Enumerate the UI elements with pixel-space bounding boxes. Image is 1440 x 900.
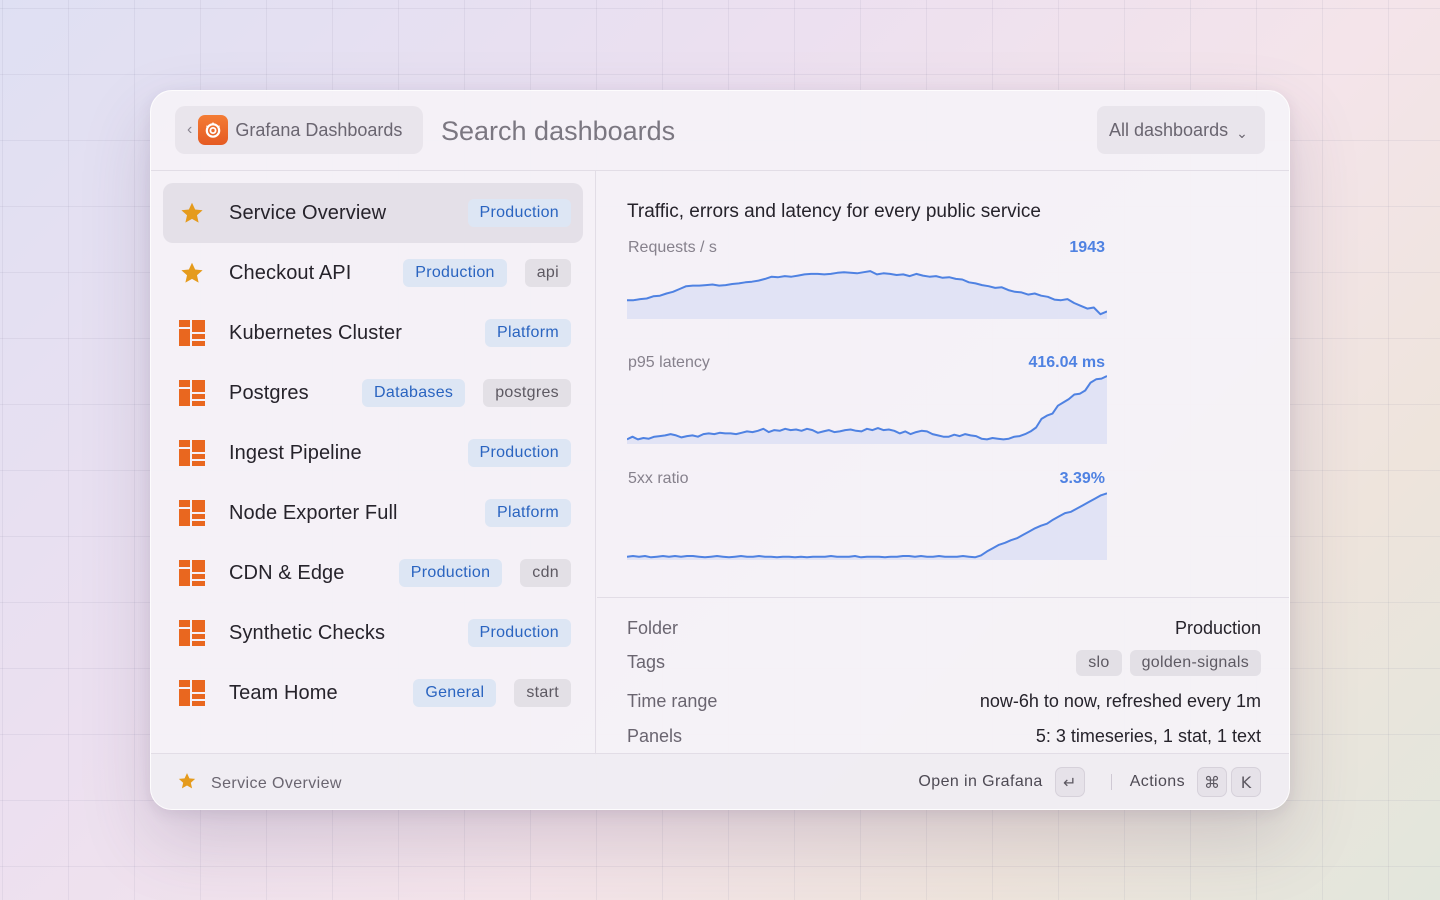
return-key-icon: ↵ bbox=[1054, 767, 1085, 797]
dashboard-title: Service Overview bbox=[229, 201, 387, 224]
meta-value: Production bbox=[1174, 618, 1261, 638]
tag-badge: golden-signals bbox=[1129, 650, 1261, 676]
dashboard-tags: Production bbox=[467, 619, 571, 647]
sparkline-area bbox=[627, 376, 1107, 444]
folder-badge: Production bbox=[467, 199, 571, 227]
dashboard-list-item[interactable]: Node Exporter Full Platform bbox=[163, 483, 583, 543]
open-in-grafana-action[interactable]: Open in Grafana bbox=[918, 773, 1042, 791]
dashboard-list-item[interactable]: Team Home General start bbox=[163, 663, 583, 723]
dashboard-icon bbox=[179, 380, 205, 406]
chevron-down-icon: ⌄ bbox=[1236, 124, 1248, 141]
dashboard-title: Ingest Pipeline bbox=[229, 441, 362, 464]
meta-value: 5: 3 timeseries, 1 stat, 1 text bbox=[1035, 726, 1261, 746]
folder-badge: Production bbox=[467, 439, 571, 467]
latency-chart: p95 latency 416.04 ms bbox=[627, 354, 1107, 454]
k-key-icon: K bbox=[1231, 767, 1261, 797]
selected-item-label: Service Overview bbox=[211, 774, 342, 792]
dashboard-title: Postgres bbox=[229, 381, 309, 404]
folder-badge: Production bbox=[403, 259, 507, 287]
dropdown-label: All dashboards bbox=[1109, 119, 1229, 140]
star-icon bbox=[177, 771, 197, 796]
dashboard-title: Team Home bbox=[229, 681, 338, 704]
dashboard-icon bbox=[179, 560, 205, 586]
folder-badge: General bbox=[413, 679, 497, 707]
meta-key: Tags bbox=[627, 652, 666, 672]
folder-badge: Databases bbox=[362, 379, 466, 407]
extension-name: Grafana Dashboards bbox=[235, 119, 403, 140]
meta-value: now-6h to now, refreshed every 1m bbox=[979, 691, 1261, 711]
folder-badge: Production bbox=[398, 559, 503, 587]
dashboard-tags: Platform bbox=[485, 319, 571, 347]
folder-badge: Platform bbox=[485, 499, 571, 527]
dashboard-tags: Platform bbox=[485, 499, 571, 527]
meta-key: Time range bbox=[627, 691, 718, 711]
tag-badge: slo bbox=[1076, 650, 1122, 676]
meta-key: Panels bbox=[627, 726, 683, 746]
dashboard-list: Service Overview Production Checkout API Pr… bbox=[151, 171, 596, 755]
star-icon bbox=[179, 200, 205, 226]
dashboard-tags: Databases postgres bbox=[362, 379, 571, 407]
latency-sparkline bbox=[627, 375, 1107, 444]
error-ratio-sparkline bbox=[627, 492, 1107, 560]
extension-back-button[interactable]: ‹ Grafana Dashboards bbox=[175, 106, 423, 154]
tag-badge: start bbox=[514, 679, 571, 707]
chart-label: p95 latency bbox=[628, 354, 710, 371]
actions-menu-button[interactable]: Actions bbox=[1130, 773, 1185, 791]
metadata-panel: Folder Production Tags slo golden-signal… bbox=[597, 597, 1289, 755]
dashboard-list-item[interactable]: Synthetic Checks Production bbox=[163, 603, 583, 663]
star-icon bbox=[179, 260, 205, 286]
command-key-icon: ⌘ bbox=[1197, 767, 1227, 797]
chart-value: 1943 bbox=[1069, 239, 1105, 256]
launcher-window: ‹ Grafana Dashboards All dashboards ⌄ Se… bbox=[150, 90, 1290, 810]
sparkline-area bbox=[627, 271, 1107, 319]
dashboard-tags: Production cdn bbox=[398, 559, 571, 587]
chart-label: 5xx ratio bbox=[628, 470, 689, 487]
dashboard-icon bbox=[179, 440, 205, 466]
dashboard-list-item[interactable]: Service Overview Production bbox=[163, 183, 583, 243]
dashboard-tags: Production bbox=[467, 439, 571, 467]
dashboard-filter-dropdown[interactable]: All dashboards ⌄ bbox=[1097, 106, 1265, 154]
dashboard-list-item[interactable]: Postgres Databases postgres bbox=[163, 363, 583, 423]
dashboard-title: CDN & Edge bbox=[229, 561, 345, 584]
chart-value: 416.04 ms bbox=[1028, 354, 1105, 371]
folder-badge: Production bbox=[467, 619, 571, 647]
dashboard-tags: Production bbox=[467, 199, 571, 227]
tag-badge: api bbox=[524, 259, 571, 287]
sparkline-area bbox=[627, 493, 1107, 560]
dashboard-title: Checkout API bbox=[229, 261, 352, 284]
dashboard-icon bbox=[179, 500, 205, 526]
dashboard-title: Kubernetes Cluster bbox=[229, 321, 403, 344]
back-chevron-icon: ‹ bbox=[187, 121, 193, 138]
dashboard-icon bbox=[179, 680, 205, 706]
dashboard-icon bbox=[179, 620, 205, 646]
tag-badge: cdn bbox=[520, 559, 571, 587]
chart-label: Requests / s bbox=[628, 239, 717, 256]
dashboard-title: Synthetic Checks bbox=[229, 621, 386, 644]
meta-key: Folder bbox=[627, 618, 679, 638]
dashboard-tags: Production api bbox=[403, 259, 571, 287]
requests-chart: Requests / s 1943 bbox=[627, 239, 1107, 339]
search-bar: ‹ Grafana Dashboards All dashboards ⌄ bbox=[151, 91, 1289, 171]
error-ratio-chart: 5xx ratio 3.39% bbox=[627, 470, 1107, 570]
grafana-logo-icon bbox=[198, 115, 229, 145]
tag-badge: postgres bbox=[483, 379, 571, 407]
requests-sparkline bbox=[627, 270, 1107, 319]
dashboard-list-item[interactable]: Checkout API Production api bbox=[163, 243, 583, 303]
dashboard-icon bbox=[179, 320, 205, 346]
dashboard-list-item[interactable]: CDN & Edge Production cdn bbox=[163, 543, 583, 603]
action-bar: Service Overview Open in Grafana ↵ Actio… bbox=[151, 753, 1289, 809]
search-input[interactable] bbox=[441, 111, 1061, 151]
dashboard-list-item[interactable]: Ingest Pipeline Production bbox=[163, 423, 583, 483]
detail-pane: Traffic, errors and latency for every pu… bbox=[597, 171, 1289, 755]
chart-value: 3.39% bbox=[1059, 470, 1105, 487]
dashboard-list-item[interactable]: Kubernetes Cluster Platform bbox=[163, 303, 583, 363]
selected-item-indicator: Service Overview bbox=[177, 771, 342, 796]
dashboard-tags: General start bbox=[413, 679, 571, 707]
folder-badge: Platform bbox=[485, 319, 571, 347]
dashboard-description: Traffic, errors and latency for every pu… bbox=[627, 201, 1041, 222]
dashboard-title: Node Exporter Full bbox=[229, 501, 398, 524]
divider bbox=[1110, 774, 1112, 790]
